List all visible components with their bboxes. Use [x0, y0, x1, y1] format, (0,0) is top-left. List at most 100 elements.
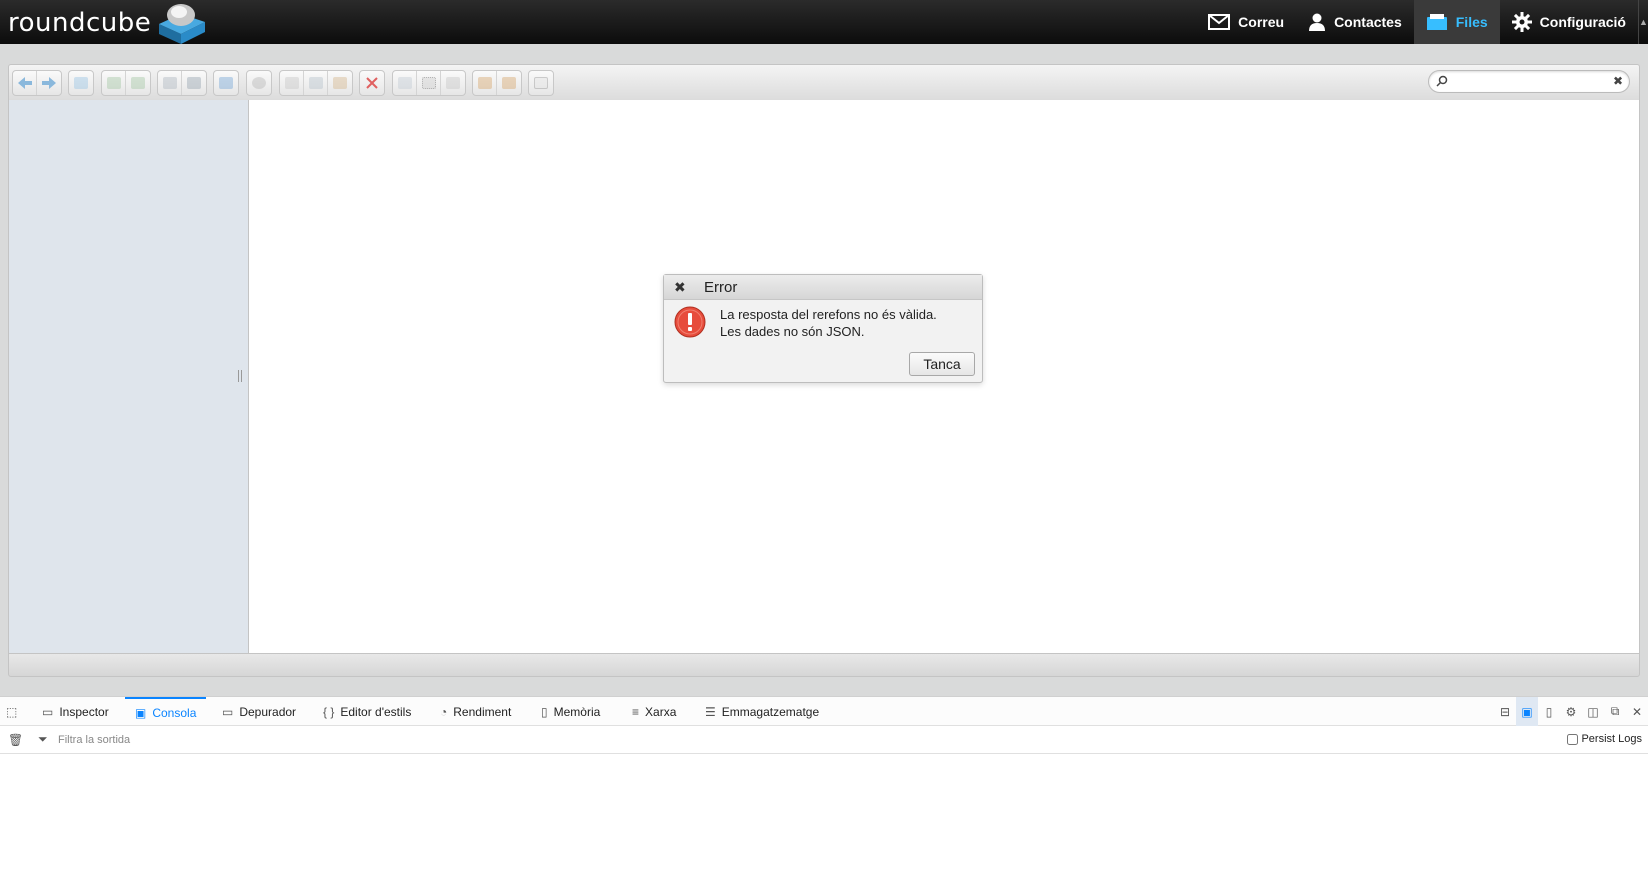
envelope-icon [1208, 14, 1231, 30]
element-picker-icon: ⬚ [6, 704, 18, 719]
tab-memory-label: Memòria [553, 704, 601, 719]
element-picker-button[interactable]: ⬚ [6, 697, 23, 726]
scissors-icon [308, 77, 323, 89]
back-button[interactable] [13, 71, 37, 95]
sidebar-splitter-handle[interactable] [238, 370, 242, 382]
nav-more-caret-icon[interactable]: ▲ [1638, 0, 1648, 44]
trash-icon[interactable]: 🗑 [8, 733, 23, 747]
forward-button[interactable] [37, 71, 61, 95]
edit-icon [446, 77, 460, 89]
info-group [213, 70, 239, 96]
tab-memory[interactable]: ▯ Memòria [541, 697, 600, 726]
split-console-button[interactable]: ▣ [1516, 697, 1538, 726]
nav-settings-label: Configuració [1539, 14, 1626, 30]
search-input[interactable] [1451, 74, 1611, 90]
tab-storage[interactable]: ☰ Emmagatzematge [705, 697, 819, 726]
folder-add-icon [502, 77, 516, 89]
network-icon: ≡ [632, 704, 640, 719]
tab-network-label: Xarxa [645, 704, 677, 719]
info-icon [219, 77, 233, 89]
edit-group [392, 70, 466, 96]
updown-group [101, 70, 151, 96]
edit-button[interactable] [441, 71, 465, 95]
dock-side-button[interactable]: ◫ [1582, 697, 1604, 726]
folder-action-icon [477, 77, 492, 89]
dialog-message-line2: Les dades no són JSON. [720, 324, 865, 339]
inspector-icon: ▭ [42, 704, 54, 719]
top-bar: roundcube Correu Contactes Files Configu… [0, 0, 1648, 44]
refresh-button[interactable] [69, 71, 93, 95]
copy-view-button[interactable] [158, 71, 182, 95]
clear-search-icon[interactable]: ✖ [1613, 74, 1623, 88]
paste-button[interactable] [328, 71, 352, 95]
memory-chip-icon: ▯ [541, 704, 548, 719]
persist-logs-checkbox[interactable] [1567, 733, 1579, 745]
preview-button[interactable] [247, 71, 271, 95]
console-icon: ▣ [135, 705, 147, 720]
tab-console[interactable]: ▣ Consola [125, 697, 207, 726]
arrow-right-icon [42, 77, 56, 89]
cut-button[interactable] [304, 71, 328, 95]
responsive-mode-button[interactable]: ▯ [1538, 697, 1560, 726]
logo-cube-icon [155, 2, 207, 44]
devtools-right-controls: ⊟ ▣ ▯ ⚙ ◫ ⧉ ✕ [1494, 697, 1648, 726]
dialog-titlebar: ✖ Error [664, 275, 982, 300]
responsive-icon: ▯ [1545, 704, 1553, 719]
view-group [157, 70, 207, 96]
tab-inspector[interactable]: ▭ Inspector [42, 697, 109, 726]
select-icon [421, 77, 436, 89]
tab-console-label: Consola [152, 705, 197, 720]
arrow-left-icon [17, 77, 32, 89]
devtools-settings-button[interactable]: ⚙ [1560, 697, 1582, 726]
nav-mail[interactable]: Correu [1196, 0, 1296, 44]
upload-icon [106, 77, 121, 89]
download-button[interactable] [126, 71, 150, 95]
tab-network[interactable]: ≡ Xarxa [632, 697, 676, 726]
paste-icon [333, 77, 347, 89]
devtools-tabbar: ⬚ ▭ Inspector ▣ Consola ▭ Depurador { } Edit… [0, 696, 1648, 726]
nav-contacts-label: Contactes [1334, 14, 1402, 30]
layout-button[interactable] [529, 71, 553, 95]
close-devtools-button[interactable]: ✕ [1626, 697, 1648, 726]
delete-x-icon [366, 77, 378, 89]
settings-gear-icon: ⚙ [1565, 704, 1577, 719]
persist-logs-toggle[interactable]: Persist Logs [1567, 733, 1642, 745]
dialog-message-line1: La resposta del rerefons no és vàlida. [720, 307, 937, 322]
roundcube-logo[interactable]: roundcube [8, 2, 207, 44]
save-button[interactable] [182, 71, 206, 95]
nav-contacts[interactable]: Contactes [1296, 0, 1414, 44]
main-nav: Correu Contactes Files Configuració ▲ [1196, 0, 1648, 44]
dialog-body: La resposta del rerefons no és vàlida. L… [674, 306, 937, 340]
error-icon [674, 306, 706, 338]
folder-action-button[interactable] [473, 71, 497, 95]
nav-files-label: Files [1455, 14, 1488, 30]
close-dialog-button[interactable]: Tanca [909, 352, 975, 376]
console-filter-input[interactable] [58, 731, 458, 749]
eye-icon [252, 77, 266, 89]
tab-debugger[interactable]: ▭ Depurador [222, 697, 296, 726]
dock-side-icon: ◫ [1587, 704, 1599, 719]
tab-style-editor[interactable]: { } Editor d'estils [323, 697, 411, 726]
folder-add-button[interactable] [497, 71, 521, 95]
filter-funnel-icon[interactable]: ⏷ [38, 732, 48, 747]
undock-button[interactable]: ⧉ [1604, 697, 1626, 726]
tab-performance-label: Rendiment [453, 704, 512, 719]
delete-button[interactable] [360, 71, 384, 95]
close-icon[interactable]: ✖ [674, 279, 692, 296]
database-icon: ☰ [705, 704, 716, 719]
nav-settings[interactable]: Configuració [1500, 0, 1638, 44]
split-layout-button[interactable]: ⊟ [1494, 697, 1516, 726]
tab-performance[interactable]: ◔ Rendiment [440, 697, 511, 726]
copy-button[interactable] [280, 71, 304, 95]
select-button[interactable] [417, 71, 441, 95]
nav-files[interactable]: Files [1413, 0, 1500, 44]
nav-arrows-group [12, 70, 62, 96]
rename-button[interactable] [393, 71, 417, 95]
upload-button[interactable] [102, 71, 126, 95]
logo-text: roundcube [8, 8, 152, 38]
copy-icon [284, 77, 299, 89]
persist-logs-label: Persist Logs [1581, 733, 1642, 745]
folder-icon [1426, 14, 1447, 30]
error-dialog: ✖ Error La resposta del rerefons no és v… [663, 274, 983, 383]
info-button[interactable] [214, 71, 238, 95]
